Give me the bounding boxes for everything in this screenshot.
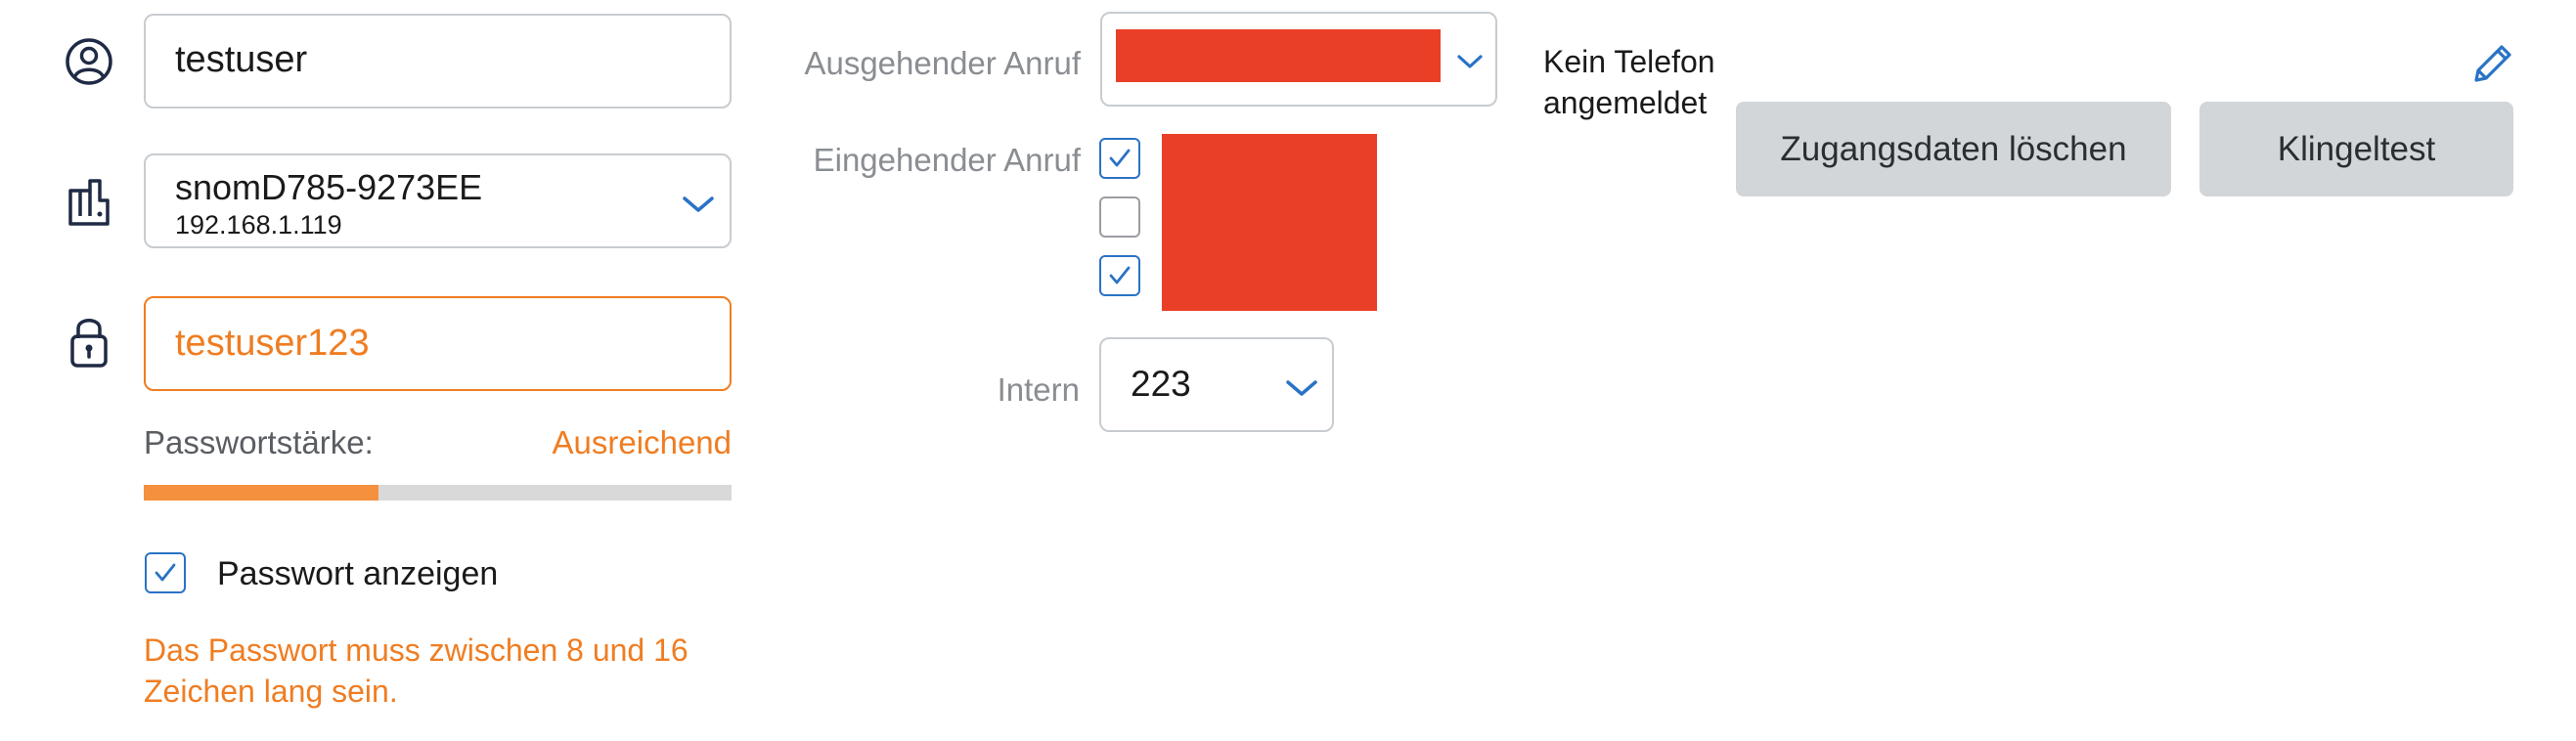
password-hint-line1: Das Passwort muss zwischen 8 und 16 — [144, 632, 688, 668]
password-hint: Das Passwort muss zwischen 8 und 16 Zeic… — [144, 630, 688, 712]
lock-icon — [70, 319, 108, 368]
chevron-down-icon — [683, 196, 714, 212]
intern-value: 223 — [1131, 364, 1191, 404]
username-value: testuser — [175, 39, 308, 80]
incoming-call-redacted — [1162, 134, 1377, 311]
password-hint-line2: Zeichen lang sein. — [144, 674, 398, 709]
checkmark-icon — [155, 563, 176, 582]
checkmark-icon — [1109, 266, 1131, 284]
incoming-call-label: Eingehender Anruf — [813, 142, 1081, 178]
password-strength-bar — [144, 485, 732, 501]
outgoing-call-redacted — [1116, 29, 1441, 82]
show-password-label[interactable]: Passwort anzeigen — [217, 555, 498, 593]
incoming-call-checkbox-2[interactable] — [1099, 196, 1140, 238]
outgoing-call-label: Ausgehender Anruf — [804, 45, 1081, 81]
chevron-down-icon — [1457, 55, 1483, 68]
phone-status: Kein Telefon angemeldet — [1543, 41, 1715, 123]
device-name: snomD785-9273EE — [175, 167, 483, 207]
username-field[interactable]: testuser — [144, 14, 732, 109]
password-strength-value: Ausreichend — [552, 424, 732, 460]
incoming-call-checkbox-1[interactable] — [1099, 138, 1140, 179]
phone-device-icon — [68, 179, 110, 226]
intern-select[interactable]: 223 — [1099, 337, 1334, 432]
password-field[interactable]: testuser123 — [144, 296, 732, 391]
phone-status-line2: angemeldet — [1543, 85, 1708, 120]
incoming-call-checkbox-3[interactable] — [1099, 255, 1140, 296]
checkmark-icon — [1109, 149, 1131, 167]
password-value: testuser123 — [175, 323, 370, 364]
delete-credentials-button[interactable]: Zugangsdaten löschen — [1736, 102, 2171, 196]
outgoing-call-select[interactable] — [1100, 12, 1497, 107]
phone-status-line1: Kein Telefon — [1543, 44, 1715, 79]
password-strength-fill — [144, 485, 379, 501]
password-strength-label: Passwortstärke: — [144, 424, 374, 460]
intern-label: Intern — [997, 371, 1080, 408]
show-password-checkbox[interactable] — [145, 552, 186, 593]
user-icon — [66, 38, 112, 85]
device-ip: 192.168.1.119 — [175, 210, 342, 240]
device-select[interactable]: snomD785-9273EE 192.168.1.119 — [144, 153, 732, 248]
pencil-icon[interactable] — [2470, 39, 2517, 86]
ring-test-button[interactable]: Klingeltest — [2199, 102, 2513, 196]
chevron-down-icon — [1286, 380, 1317, 396]
